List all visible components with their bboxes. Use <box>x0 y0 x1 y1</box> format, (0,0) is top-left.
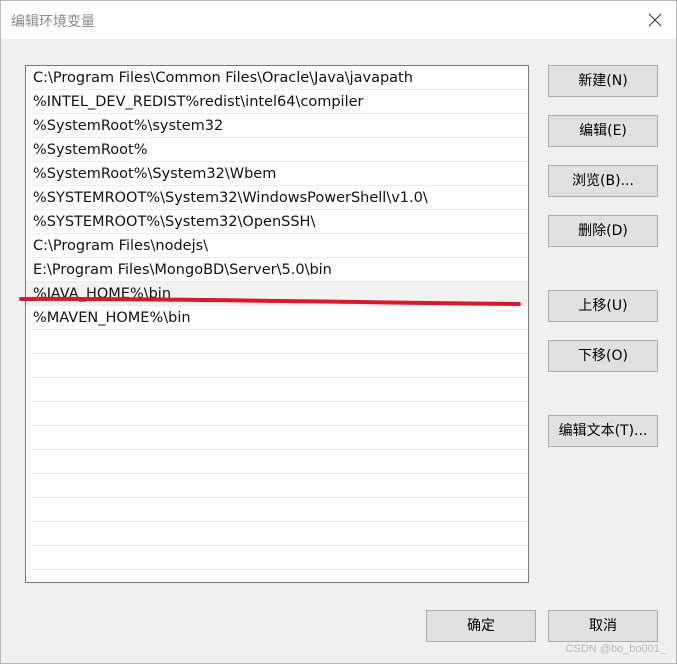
edit-env-variable-dialog: 编辑环境变量 C:\Program Files\Common Files\Ora… <box>0 0 677 664</box>
ok-button[interactable]: 确定 <box>426 610 536 642</box>
list-item[interactable]: C:\Program Files\Common Files\Oracle\Jav… <box>26 66 528 90</box>
delete-button[interactable]: 删除(D) <box>548 215 658 247</box>
cancel-button[interactable]: 取消 <box>548 610 658 642</box>
move-down-button[interactable]: 下移(O) <box>548 340 658 372</box>
list-item[interactable]: C:\Program Files\nodejs\ <box>26 234 528 258</box>
close-icon <box>648 13 662 27</box>
close-button[interactable] <box>644 9 666 31</box>
list-item[interactable]: %MAVEN_HOME%\bin <box>26 306 528 330</box>
empty-row[interactable] <box>26 402 528 426</box>
list-item[interactable]: %SystemRoot% <box>26 138 528 162</box>
empty-row[interactable] <box>26 378 528 402</box>
new-button[interactable]: 新建(N) <box>548 65 658 97</box>
path-list[interactable]: C:\Program Files\Common Files\Oracle\Jav… <box>25 65 529 583</box>
window-title: 编辑环境变量 <box>11 14 95 30</box>
list-item-selected[interactable]: %JAVA_HOME%\bin <box>26 282 528 306</box>
empty-row[interactable] <box>26 498 528 522</box>
move-up-button[interactable]: 上移(U) <box>548 290 658 322</box>
empty-row[interactable] <box>26 330 528 354</box>
list-item[interactable]: %INTEL_DEV_REDIST%redist\intel64\compile… <box>26 90 528 114</box>
title-bar[interactable]: 编辑环境变量 <box>1 1 676 39</box>
watermark: CSDN @bo_bo001_ <box>565 643 666 655</box>
empty-row[interactable] <box>26 474 528 498</box>
browse-button[interactable]: 浏览(B)... <box>548 165 658 197</box>
empty-row[interactable] <box>26 354 528 378</box>
list-item[interactable]: %SYSTEMROOT%\System32\WindowsPowerShell\… <box>26 186 528 210</box>
empty-row[interactable] <box>26 522 528 546</box>
list-item[interactable]: %SystemRoot%\system32 <box>26 114 528 138</box>
empty-row[interactable] <box>26 426 528 450</box>
list-item[interactable]: %SystemRoot%\System32\Wbem <box>26 162 528 186</box>
empty-row[interactable] <box>26 570 528 582</box>
empty-row[interactable] <box>26 450 528 474</box>
list-item[interactable]: %SYSTEMROOT%\System32\OpenSSH\ <box>26 210 528 234</box>
empty-row[interactable] <box>26 546 528 570</box>
edit-button[interactable]: 编辑(E) <box>548 115 658 147</box>
list-item[interactable]: E:\Program Files\MongoBD\Server\5.0\bin <box>26 258 528 282</box>
edit-text-button[interactable]: 编辑文本(T)... <box>548 415 658 447</box>
